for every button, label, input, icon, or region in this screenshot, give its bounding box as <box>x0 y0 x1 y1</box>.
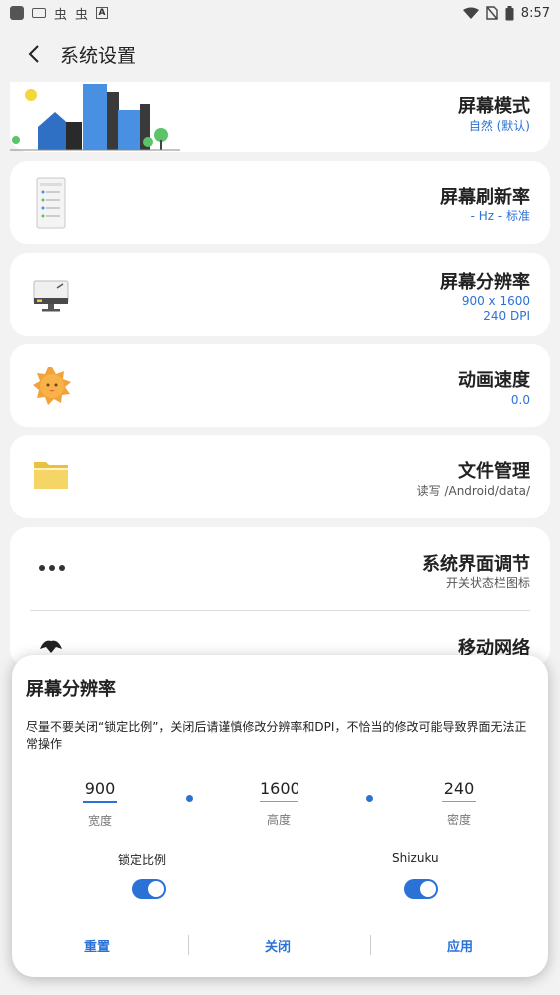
bug-icon: 虫 <box>75 7 89 23</box>
width-field: 宽度 <box>55 779 145 829</box>
reset-button[interactable]: 重置 <box>84 936 110 955</box>
setting-value: 开关状态栏图标 <box>445 576 530 590</box>
status-bar: 虫 虫 A 8:57 <box>0 0 560 26</box>
dialog-message: 尽量不要关闭“锁定比例”，关闭后请谨慎修改分辨率和DPI，不恰当的修改可能导致界… <box>26 720 527 751</box>
shizuku-toggle[interactable] <box>404 879 438 899</box>
setting-title: 系统界面调节 <box>422 554 530 575</box>
monitor-icon <box>33 280 69 312</box>
network-icon <box>40 640 62 653</box>
setting-item-animation-speed[interactable]: 动画速度 0.0 <box>10 344 550 427</box>
keyboard-icon <box>32 8 46 18</box>
setting-item-resolution[interactable]: 屏幕分辨率 900 x 1600 240 DPI <box>10 253 550 336</box>
width-label: 宽度 <box>87 814 112 828</box>
setting-item-system-ui[interactable]: 系统界面调节 开关状态栏图标 <box>10 527 550 609</box>
setting-value-dpi: 240 DPI <box>483 309 530 323</box>
lock-ratio-toggle[interactable] <box>132 879 166 899</box>
no-sim-icon <box>486 6 498 20</box>
wifi-icon <box>462 7 479 19</box>
density-field: 密度 <box>414 779 504 828</box>
apply-button[interactable]: 应用 <box>447 936 473 955</box>
setting-item-refresh-rate[interactable]: 屏幕刷新率 - Hz - 标准 <box>10 161 550 244</box>
setting-value: 读写 /Android/data/ <box>416 484 530 498</box>
page-title: 系统设置 <box>60 44 137 67</box>
bug-icon: 虫 <box>54 7 68 23</box>
button-divider <box>370 935 371 955</box>
battery-icon <box>505 5 514 20</box>
sun-icon <box>33 367 71 405</box>
back-arrow-icon[interactable] <box>14 34 54 74</box>
folder-icon <box>34 462 68 489</box>
setting-value: 0.0 <box>510 393 530 407</box>
height-input[interactable] <box>260 779 298 802</box>
app-bar: 系统设置 <box>0 26 560 82</box>
setting-title: 文件管理 <box>458 461 530 482</box>
phone-screen-icon <box>36 177 66 229</box>
setting-title: 屏幕分辨率 <box>440 272 530 293</box>
close-button[interactable]: 关闭 <box>265 936 291 955</box>
setting-item-file-manager[interactable]: 文件管理 读写 /Android/data/ <box>10 435 550 518</box>
dialog-title: 屏幕分辨率 <box>26 679 116 700</box>
height-field: 高度 <box>234 779 324 828</box>
separator-dot <box>366 795 373 802</box>
setting-value: - Hz - 标准 <box>470 209 530 223</box>
a-icon: A <box>96 7 109 19</box>
separator-dot <box>186 795 193 802</box>
setting-item-screen-mode[interactable]: 屏幕模式 自然 (默认) <box>10 82 550 152</box>
button-divider <box>188 935 189 955</box>
setting-value: 自然 (默认) <box>468 119 530 133</box>
setting-title: 屏幕刷新率 <box>440 187 530 208</box>
setting-title: 动画速度 <box>458 370 530 391</box>
setting-group-system-ui: 系统界面调节 开关状态栏图标 移动网络 <box>10 527 550 667</box>
city-illustration-icon <box>10 84 180 151</box>
shizuku-label: Shizuku <box>392 851 439 865</box>
width-input[interactable] <box>83 779 117 803</box>
status-time: 8:57 <box>520 5 550 21</box>
notification-app-icon <box>10 6 24 20</box>
lock-ratio-label: 锁定比例 <box>118 853 167 867</box>
density-label: 密度 <box>446 813 471 827</box>
height-label: 高度 <box>266 813 291 827</box>
more-dots-icon <box>39 565 65 571</box>
density-input[interactable] <box>442 779 476 802</box>
resolution-dialog: 屏幕分辨率 尽量不要关闭“锁定比例”，关闭后请谨慎修改分辨率和DPI，不恰当的修… <box>12 655 548 977</box>
setting-title: 屏幕模式 <box>458 96 530 117</box>
setting-value: 900 x 1600 <box>461 294 530 308</box>
